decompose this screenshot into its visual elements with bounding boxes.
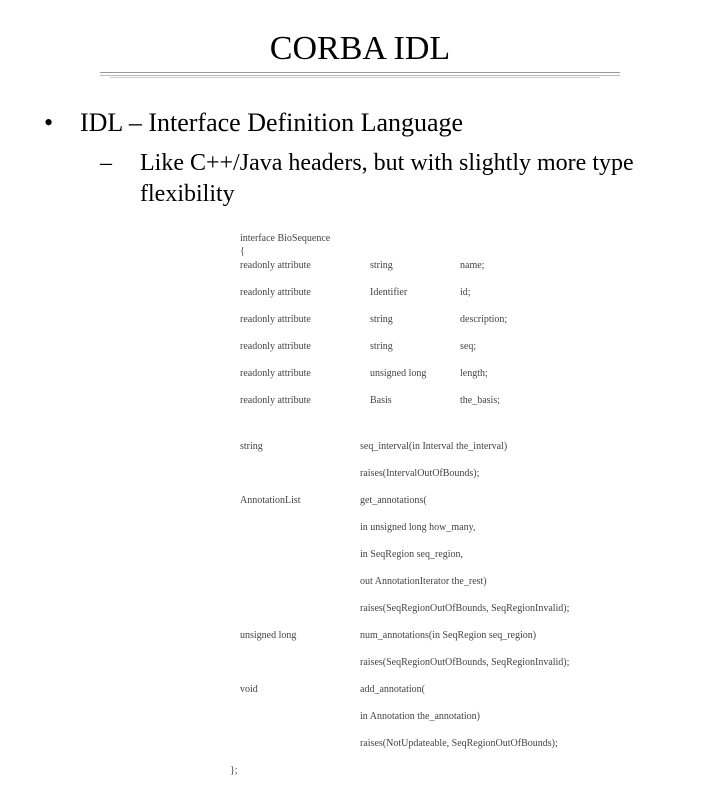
attr-row: readonly attributestringname;	[240, 259, 670, 273]
raises-row: raises(SeqRegionOutOfBounds, SeqRegionIn…	[240, 602, 670, 616]
method-row: unsigned longnum_annotations(in SeqRegio…	[240, 629, 670, 643]
bullet-level-2: –Like C++/Java headers, but with slightl…	[120, 148, 670, 210]
raises-row: raises(IntervalOutOfBounds);	[240, 467, 670, 481]
bullet-level-1: •IDL – Interface Definition Language	[50, 108, 670, 138]
attr-row: readonly attributeIdentifierid;	[240, 286, 670, 300]
code-line: interface BioSequence	[240, 233, 330, 244]
code-line: {	[240, 246, 245, 257]
title-underline	[100, 70, 620, 80]
raises-row: raises(NotUpdateable, SeqRegionOutOfBoun…	[240, 737, 670, 751]
attr-row: readonly attributeunsigned longlength;	[240, 367, 670, 381]
idl-code-block: interface BioSequence { readonly attribu…	[240, 218, 670, 791]
attr-row: readonly attributestringdescription;	[240, 313, 670, 327]
bullet1-text: IDL – Interface Definition Language	[80, 108, 463, 137]
param-row: out AnnotationIterator the_rest)	[240, 575, 670, 589]
code-line: };	[230, 765, 238, 776]
method-row: voidadd_annotation(	[240, 683, 670, 697]
slide: CORBA IDL •IDL – Interface Definition La…	[0, 0, 720, 811]
param-row: in unsigned long how_many,	[240, 521, 670, 535]
method-row: AnnotationListget_annotations(	[240, 494, 670, 508]
attr-row: readonly attributeBasisthe_basis;	[240, 394, 670, 408]
param-row: in SeqRegion seq_region,	[240, 548, 670, 562]
raises-row: raises(SeqRegionOutOfBounds, SeqRegionIn…	[240, 656, 670, 670]
attr-row: readonly attributestringseq;	[240, 340, 670, 354]
bullet-dash-icon: –	[120, 148, 140, 179]
slide-title: CORBA IDL	[50, 30, 670, 68]
bullet-dot-icon: •	[62, 108, 80, 138]
method-row: stringseq_interval(in Interval the_inter…	[240, 440, 670, 454]
param-row: in Annotation the_annotation)	[240, 710, 670, 724]
bullet2-text: Like C++/Java headers, but with slightly…	[140, 150, 634, 207]
